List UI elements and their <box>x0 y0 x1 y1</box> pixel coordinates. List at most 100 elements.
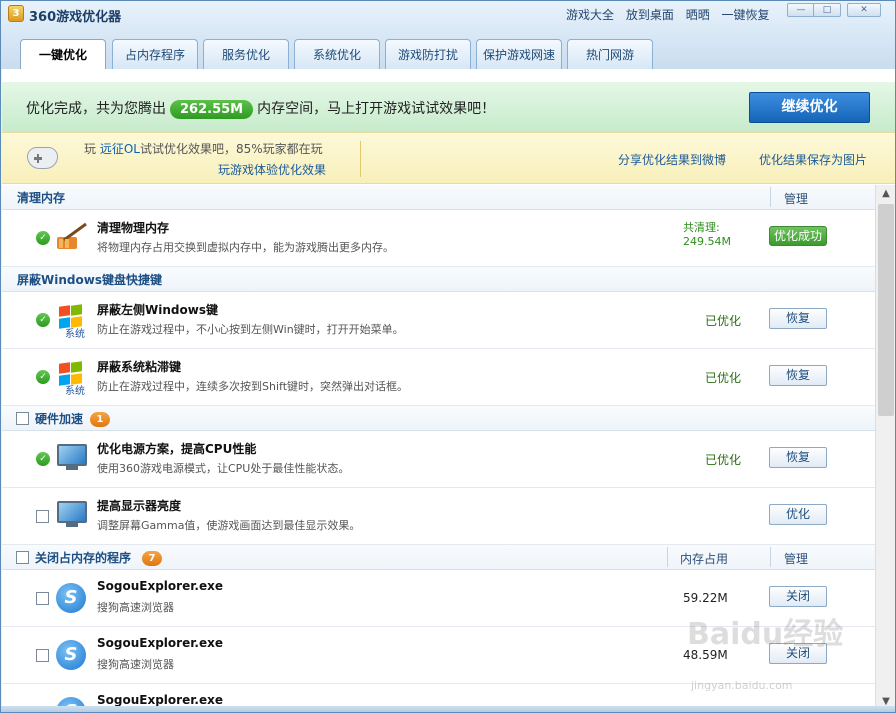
count-badge: 7 <box>142 551 162 566</box>
row-description: 防止在游戏过程中，不小心按到左侧Win键时，打开开始菜单。 <box>97 323 404 336</box>
app-logo-icon: 3 <box>8 5 24 22</box>
column-divider <box>770 547 771 567</box>
list-item: ✓ 系统 屏蔽系统粘滞键 防止在游戏过程中，连续多次按到Shift键时，突然弹出… <box>2 349 875 406</box>
section-header-memory: 清理内存 管理 <box>2 185 875 210</box>
link-game-center[interactable]: 游戏大全 <box>566 8 614 22</box>
section-title: 清理内存 <box>17 191 66 205</box>
tab-game-no-disturb[interactable]: 游戏防打扰 <box>385 39 471 69</box>
row-title: SogouExplorer.exe <box>97 579 223 593</box>
item-checkbox[interactable] <box>36 510 49 523</box>
cleared-value: 249.54M <box>683 235 731 248</box>
row-title: 屏蔽系统粘滞键 <box>97 360 182 374</box>
minimize-icon[interactable]: — <box>787 3 815 17</box>
broom-icon <box>57 222 87 249</box>
continue-optimize-button[interactable]: 继续优化 <box>749 92 870 123</box>
promo-divider <box>360 141 361 177</box>
bottom-border <box>1 706 895 712</box>
banner-suffix: 内存空间，马上打开游戏试试效果吧！ <box>257 101 496 117</box>
row-title: 清理物理内存 <box>97 221 170 235</box>
tab-hot-games[interactable]: 热门网游 <box>567 39 653 69</box>
row-title: SogouExplorer.exe <box>97 693 223 707</box>
row-description: 调整屏幕Gamma值，使游戏画面达到最佳显示效果。 <box>97 519 361 532</box>
link-put-desktop[interactable]: 放到桌面 <box>626 8 674 22</box>
scroll-thumb[interactable] <box>878 204 894 416</box>
watermark-site: jingyan.baidu.com <box>691 679 793 692</box>
item-checkbox[interactable] <box>36 592 49 605</box>
promo-play-suffix: 试试优化效果吧，85%玩家都在玩 <box>139 142 323 156</box>
cleared-label: 共清理: <box>683 221 720 234</box>
section-header-programs: 关闭占内存的程序 7 内存占用 管理 <box>2 545 875 570</box>
check-ok-icon: ✓ <box>36 313 50 327</box>
row-description: 防止在游戏过程中，连续多次按到Shift键时，突然弹出对话框。 <box>97 380 409 393</box>
promo-game-link[interactable]: 远征OL <box>100 142 140 156</box>
row-title: 提高显示器亮度 <box>97 499 182 513</box>
link-one-click-restore[interactable]: 一键恢复 <box>722 8 770 22</box>
sogou-browser-icon: S <box>56 583 86 613</box>
section-title: 硬件加速 <box>35 412 84 426</box>
list-item: ✓ 系统 屏蔽左侧Windows键 防止在游戏过程中，不小心按到左侧Win键时，… <box>2 292 875 349</box>
title-bar: 3 360游戏优化器 游戏大全 放到桌面 晒晒 一键恢复 — □ ✕ 一键优化 … <box>1 1 895 70</box>
close-program-button[interactable]: 关闭 <box>769 586 827 607</box>
monitor-icon <box>57 501 87 523</box>
app-window: 3 360游戏优化器 游戏大全 放到桌面 晒晒 一键恢复 — □ ✕ 一键优化 … <box>0 0 896 713</box>
scroll-up-icon[interactable]: ▲ <box>876 185 895 202</box>
freed-memory-badge: 262.55M <box>170 100 254 119</box>
monitor-icon <box>57 444 87 466</box>
row-description: 搜狗高速浏览器 <box>97 601 174 614</box>
memory-usage: 59.22M <box>683 591 728 605</box>
gamepad-icon <box>27 147 58 169</box>
tab-protect-network[interactable]: 保护游戏网速 <box>476 39 562 69</box>
maximize-icon[interactable]: □ <box>813 3 841 17</box>
section-checkbox[interactable] <box>16 551 29 564</box>
watermark-brand: Baidu经验 <box>687 617 844 652</box>
experience-link[interactable]: 玩游戏体验优化效果 <box>218 161 326 178</box>
section-title: 屏蔽Windows键盘快捷键 <box>17 273 162 287</box>
column-memory: 内存占用 <box>680 552 729 566</box>
optimize-success-button[interactable]: 优化成功 <box>769 226 827 246</box>
check-ok-icon: ✓ <box>36 452 50 466</box>
system-label: 系统 <box>65 329 85 340</box>
row-title: SogouExplorer.exe <box>97 636 223 650</box>
link-share[interactable]: 晒晒 <box>686 8 710 22</box>
check-ok-icon: ✓ <box>36 231 50 245</box>
tab-one-click-optimize[interactable]: 一键优化 <box>20 39 106 70</box>
column-manage: 管理 <box>784 192 809 206</box>
section-header-hardware: 硬件加速 1 <box>2 406 875 431</box>
tab-service-optimize[interactable]: 服务优化 <box>203 39 289 69</box>
status-optimized: 已优化 <box>705 371 742 385</box>
monitor-stand <box>66 523 78 527</box>
tab-memory-programs[interactable]: 占内存程序 <box>112 39 198 69</box>
section-title: 关闭占内存的程序 <box>35 551 132 565</box>
restore-button[interactable]: 恢复 <box>769 447 827 468</box>
close-icon[interactable]: ✕ <box>847 3 881 17</box>
share-weibo-link[interactable]: 分享优化结果到微博 <box>618 151 726 168</box>
list-item: ✓ 清理物理内存 将物理内存占用交换到虚拟内存中，能为游戏腾出更多内存。 共清理… <box>2 210 875 267</box>
item-checkbox[interactable] <box>36 649 49 662</box>
tab-system-optimize[interactable]: 系统优化 <box>294 39 380 69</box>
column-manage: 管理 <box>784 552 809 566</box>
list-item: 提高显示器亮度 调整屏幕Gamma值，使游戏画面达到最佳显示效果。 优化 <box>2 488 875 545</box>
top-links: 游戏大全 放到桌面 晒晒 一键恢复 <box>566 6 778 23</box>
row-title: 屏蔽左侧Windows键 <box>97 303 218 317</box>
vertical-scrollbar[interactable]: ▲ ▼ <box>875 185 895 710</box>
system-label: 系统 <box>65 386 85 397</box>
promo-text: 玩 远征OL试试优化效果吧，85%玩家都在玩 <box>84 140 323 157</box>
save-image-link[interactable]: 优化结果保存为图片 <box>759 151 867 168</box>
count-badge: 1 <box>90 412 110 427</box>
promo-bar: 玩 远征OL试试优化效果吧，85%玩家都在玩 玩游戏体验优化效果 分享优化结果到… <box>2 132 895 184</box>
section-header-keys: 屏蔽Windows键盘快捷键 <box>2 267 875 292</box>
result-banner: 优化完成，共为您腾出 262.55M 内存空间，马上打开游戏试试效果吧！ 继续优化 <box>2 82 895 132</box>
check-ok-icon: ✓ <box>36 370 50 384</box>
banner-text: 优化完成，共为您腾出 262.55M 内存空间，马上打开游戏试试效果吧！ <box>26 98 495 119</box>
row-title: 优化电源方案，提高CPU性能 <box>97 442 257 456</box>
restore-button[interactable]: 恢复 <box>769 308 827 329</box>
cleared-amount: 共清理: 249.54M <box>683 221 731 249</box>
optimize-button[interactable]: 优化 <box>769 504 827 525</box>
column-divider <box>770 187 771 207</box>
app-title: 360游戏优化器 <box>29 10 122 25</box>
row-description: 将物理内存占用交换到虚拟内存中，能为游戏腾出更多内存。 <box>97 241 394 254</box>
row-description: 使用360游戏电源模式，让CPU处于最佳性能状态。 <box>97 462 350 475</box>
restore-button[interactable]: 恢复 <box>769 365 827 386</box>
section-checkbox[interactable] <box>16 412 29 425</box>
list-item: ✓ 优化电源方案，提高CPU性能 使用360游戏电源模式，让CPU处于最佳性能状… <box>2 431 875 488</box>
